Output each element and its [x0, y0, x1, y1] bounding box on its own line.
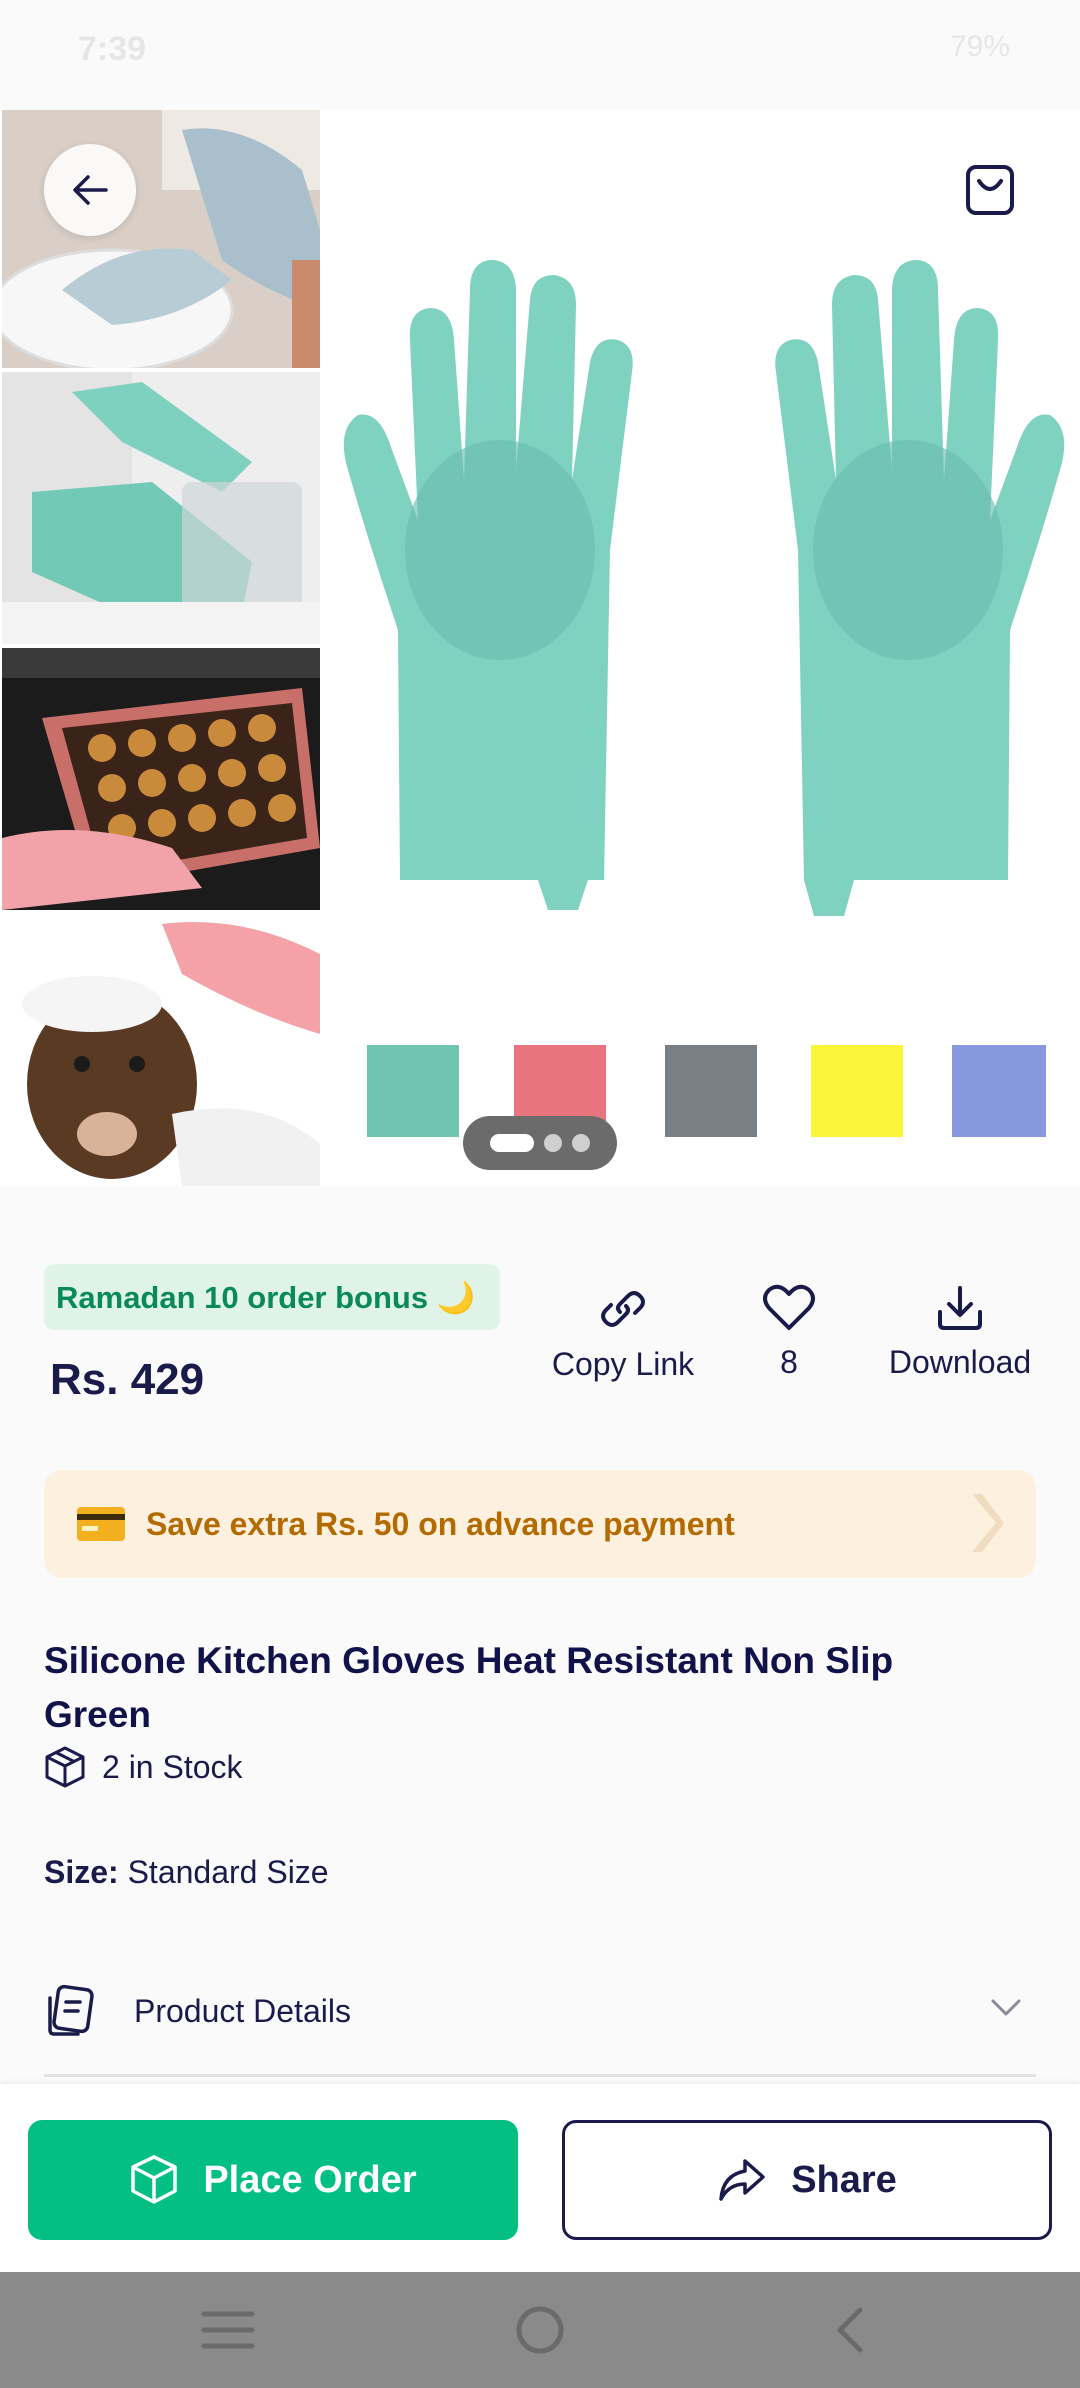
- promo-text: Save extra Rs. 50 on advance payment: [146, 1505, 735, 1542]
- status-time: 7:39: [78, 30, 147, 68]
- swatch-color-4: [811, 1045, 903, 1137]
- box-icon: [45, 1746, 85, 1788]
- bottom-action-bar: Place Order Share: [0, 2084, 1080, 2272]
- product-price: Rs. 429: [50, 1355, 205, 1404]
- share-label: Share: [791, 2158, 897, 2201]
- thumbnail-washing-glass[interactable]: [2, 372, 320, 644]
- page-dot: [572, 1134, 590, 1152]
- product-image-gallery[interactable]: [0, 110, 1080, 1186]
- page-dot: [544, 1134, 562, 1152]
- share-icon: [719, 2159, 765, 2201]
- size-label: Size:: [44, 1854, 119, 1890]
- likes-count: 8: [780, 1344, 798, 1380]
- download-button[interactable]: Download: [880, 1282, 1040, 1381]
- copy-link-label: Copy Link: [551, 1346, 695, 1382]
- back-nav-icon[interactable]: [830, 2306, 870, 2354]
- thumbnail-dog-bath[interactable]: [2, 914, 320, 1186]
- status-bar: 7:39 79%: [0, 0, 1080, 100]
- main-product-image[interactable]: [328, 110, 1080, 1186]
- gallery-page-indicator: [463, 1116, 617, 1170]
- thumbnail-column: [0, 110, 322, 1186]
- share-button[interactable]: Share: [562, 2120, 1052, 2240]
- page-dot-active: [490, 1134, 534, 1152]
- credit-card-icon: [77, 1507, 125, 1541]
- download-icon: [938, 1286, 982, 1330]
- thumbnail-baking-tray[interactable]: [2, 648, 320, 910]
- size-value: Standard Size: [127, 1854, 329, 1890]
- box-icon: [131, 2155, 178, 2204]
- swatch-color-1: [367, 1045, 459, 1137]
- cart-button[interactable]: [944, 144, 1036, 236]
- advance-payment-banner[interactable]: Save extra Rs. 50 on advance payment: [44, 1470, 1036, 1578]
- chevron-right-icon: [972, 1494, 1004, 1552]
- download-label: Download: [888, 1344, 1032, 1380]
- swatch-color-3: [665, 1045, 757, 1137]
- document-icon: [48, 1984, 94, 2036]
- link-icon: [601, 1291, 645, 1327]
- arrow-left-icon: [73, 175, 108, 205]
- shopping-bag-icon: [966, 165, 1014, 215]
- copy-link-button[interactable]: Copy Link: [550, 1282, 696, 1383]
- system-navigation-bar: [0, 2272, 1080, 2388]
- product-title: Silicone Kitchen Gloves Heat Resistant N…: [44, 1640, 894, 1735]
- place-order-button[interactable]: Place Order: [28, 2120, 518, 2240]
- stock-text: 2 in Stock: [102, 1748, 243, 1785]
- product-details-toggle[interactable]: Product Details: [44, 1980, 1036, 2042]
- stock-indicator: 2 in Stock: [44, 1745, 243, 1789]
- bonus-badge: Ramadan 10 order bonus 🌙: [44, 1264, 500, 1330]
- chevron-down-icon: [991, 1999, 1021, 2016]
- divider: [44, 2074, 1036, 2077]
- menu-icon[interactable]: [200, 2308, 256, 2352]
- like-button[interactable]: 8: [746, 1282, 832, 1381]
- swatch-color-5: [952, 1045, 1046, 1137]
- heart-icon: [763, 1284, 815, 1330]
- product-details-label: Product Details: [134, 1992, 351, 2029]
- status-battery: 79%: [949, 30, 1010, 63]
- size-info: Size: Standard Size: [44, 1854, 329, 1891]
- back-button[interactable]: [44, 144, 136, 236]
- thumbnail-washing-plate[interactable]: [2, 110, 320, 368]
- home-icon[interactable]: [514, 2304, 566, 2356]
- place-order-label: Place Order: [203, 2158, 417, 2201]
